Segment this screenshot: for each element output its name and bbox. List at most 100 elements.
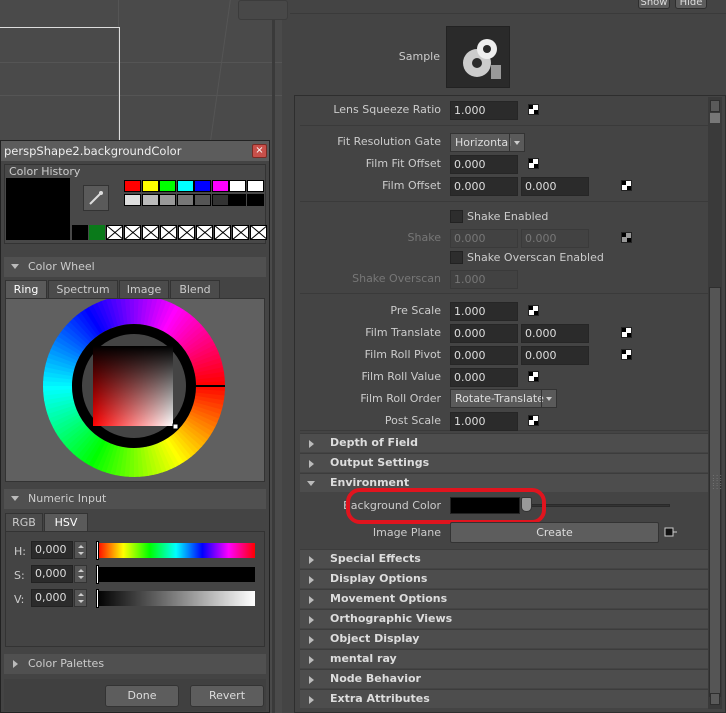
color-palettes-header[interactable]: Color Palettes bbox=[4, 654, 266, 674]
post-scale-field[interactable]: 1.000 bbox=[450, 412, 518, 431]
s-spinner[interactable] bbox=[74, 565, 87, 583]
fit-gate-dropdown[interactable]: Horizontal bbox=[450, 133, 525, 152]
tab-hsv[interactable]: HSV bbox=[44, 513, 88, 531]
film-roll-order-dropdown[interactable]: Rotate-Translate bbox=[450, 389, 557, 408]
numeric-input-header[interactable]: Numeric Input bbox=[4, 489, 266, 509]
film-fit-offset-map-icon[interactable] bbox=[528, 158, 539, 169]
close-icon[interactable]: × bbox=[252, 144, 267, 158]
background-color-slider[interactable] bbox=[530, 504, 670, 507]
eyedropper-icon bbox=[89, 191, 103, 205]
section-display-options[interactable]: Display Options bbox=[300, 569, 708, 588]
shake-enabled-checkbox[interactable] bbox=[450, 210, 463, 223]
show-button[interactable]: Show bbox=[638, 0, 670, 9]
section-depth-of-field[interactable]: Depth of Field bbox=[300, 433, 708, 452]
v-spinner[interactable] bbox=[74, 589, 87, 607]
scrollbar[interactable] bbox=[708, 97, 722, 709]
film-offset-map-icon[interactable] bbox=[621, 180, 632, 191]
film-translate-y-field[interactable]: 0.000 bbox=[521, 324, 589, 343]
film-translate-x-field[interactable]: 0.000 bbox=[450, 324, 518, 343]
empty-swatch[interactable] bbox=[196, 225, 213, 240]
history-swatch[interactable] bbox=[124, 180, 141, 192]
history-swatch[interactable] bbox=[141, 194, 159, 206]
create-button[interactable]: Create bbox=[450, 522, 659, 543]
post-scale-map-icon[interactable] bbox=[528, 415, 539, 426]
value-slider[interactable] bbox=[97, 591, 255, 606]
section-output-settings[interactable]: Output Settings bbox=[300, 453, 708, 472]
empty-swatch[interactable] bbox=[124, 225, 141, 240]
lens-squeeze-field[interactable]: 1.000 bbox=[450, 101, 518, 120]
current-color-swatch[interactable] bbox=[6, 178, 70, 240]
h-field[interactable]: 0,000 bbox=[31, 541, 73, 559]
color-wheel-header[interactable]: Color Wheel bbox=[4, 257, 266, 277]
done-button[interactable]: Done bbox=[105, 685, 179, 707]
saturation-slider[interactable] bbox=[97, 567, 255, 582]
film-fit-offset-field[interactable]: 0.000 bbox=[450, 155, 518, 174]
section-orthographic-views[interactable]: Orthographic Views bbox=[300, 609, 708, 628]
empty-swatches[interactable] bbox=[106, 225, 267, 240]
pre-scale-map-icon[interactable] bbox=[528, 305, 539, 316]
section-node-behavior[interactable]: Node Behavior bbox=[300, 669, 708, 688]
scrollbar-thumb[interactable] bbox=[709, 287, 721, 697]
hue-slider-handle[interactable] bbox=[96, 541, 99, 560]
section-mental-ray[interactable]: mental ray bbox=[300, 649, 708, 668]
tab-rgb[interactable]: RGB bbox=[5, 513, 43, 531]
title-bar[interactable]: perspShape2.backgroundColor × bbox=[1, 141, 269, 161]
revert-button[interactable]: Revert bbox=[190, 685, 264, 707]
history-swatch[interactable] bbox=[229, 194, 246, 206]
history-swatch[interactable] bbox=[141, 180, 159, 192]
tab-ring[interactable]: Ring bbox=[5, 280, 47, 298]
saturation-slider-handle[interactable] bbox=[96, 565, 99, 584]
history-swatch[interactable] bbox=[159, 194, 176, 206]
value-slider-handle[interactable] bbox=[96, 589, 99, 608]
lens-squeeze-map-icon[interactable] bbox=[528, 104, 539, 115]
section-extra-attributes[interactable]: Extra Attributes bbox=[300, 689, 708, 708]
collapse-arrow-icon bbox=[307, 481, 315, 486]
history-swatch[interactable] bbox=[124, 194, 141, 206]
empty-swatch[interactable] bbox=[106, 225, 123, 240]
shake-overscan-enabled-checkbox[interactable] bbox=[450, 251, 463, 264]
history-swatch[interactable] bbox=[211, 180, 229, 192]
empty-swatch[interactable] bbox=[142, 225, 159, 240]
film-roll-pivot-y-field[interactable]: 0.000 bbox=[521, 346, 589, 365]
history-swatch[interactable] bbox=[211, 194, 229, 206]
history-swatches[interactable] bbox=[124, 180, 264, 208]
lens-squeeze-label: Lens Squeeze Ratio bbox=[333, 103, 441, 116]
pre-scale-field[interactable]: 1.000 bbox=[450, 302, 518, 321]
film-roll-value-map-icon[interactable] bbox=[528, 371, 539, 382]
section-object-display[interactable]: Object Display bbox=[300, 629, 708, 648]
history-swatch[interactable] bbox=[246, 194, 264, 206]
empty-swatch[interactable] bbox=[232, 225, 249, 240]
s-field[interactable]: 0,000 bbox=[31, 565, 73, 583]
film-translate-map-icon[interactable] bbox=[621, 327, 632, 338]
resize-grip[interactable]: ::::::::: bbox=[712, 473, 722, 492]
tab-blend[interactable]: Blend bbox=[170, 280, 220, 298]
history-swatch[interactable] bbox=[176, 194, 194, 206]
film-offset-x-field[interactable]: 0.000 bbox=[450, 177, 518, 196]
tab-spectrum[interactable]: Spectrum bbox=[48, 280, 118, 298]
eyedropper-button[interactable] bbox=[83, 185, 109, 211]
history-swatch[interactable] bbox=[194, 194, 211, 206]
film-roll-pivot-map-icon[interactable] bbox=[621, 349, 632, 360]
empty-swatch[interactable] bbox=[160, 225, 177, 240]
image-plane-label: Image Plane bbox=[372, 526, 441, 539]
history-swatch[interactable] bbox=[229, 180, 246, 192]
hide-button[interactable]: Hide bbox=[675, 0, 707, 9]
empty-swatch[interactable] bbox=[250, 225, 267, 240]
image-plane-link-icon[interactable] bbox=[664, 526, 678, 538]
empty-swatch[interactable] bbox=[178, 225, 195, 240]
section-special-effects[interactable]: Special Effects bbox=[300, 549, 708, 568]
film-roll-value-field[interactable]: 0.000 bbox=[450, 368, 518, 387]
section-movement-options[interactable]: Movement Options bbox=[300, 589, 708, 608]
hue-slider[interactable] bbox=[97, 543, 255, 558]
history-swatch[interactable] bbox=[159, 180, 176, 192]
film-offset-y-field[interactable]: 0.000 bbox=[521, 177, 589, 196]
h-spinner[interactable] bbox=[74, 541, 87, 559]
color-wheel-area[interactable] bbox=[5, 295, 265, 482]
history-swatch[interactable] bbox=[194, 180, 211, 192]
tab-image[interactable]: Image bbox=[119, 280, 169, 298]
v-field[interactable]: 0,000 bbox=[31, 589, 73, 607]
history-swatch[interactable] bbox=[246, 180, 264, 192]
history-swatch[interactable] bbox=[176, 180, 194, 192]
film-roll-pivot-x-field[interactable]: 0.000 bbox=[450, 346, 518, 365]
empty-swatch[interactable] bbox=[214, 225, 231, 240]
